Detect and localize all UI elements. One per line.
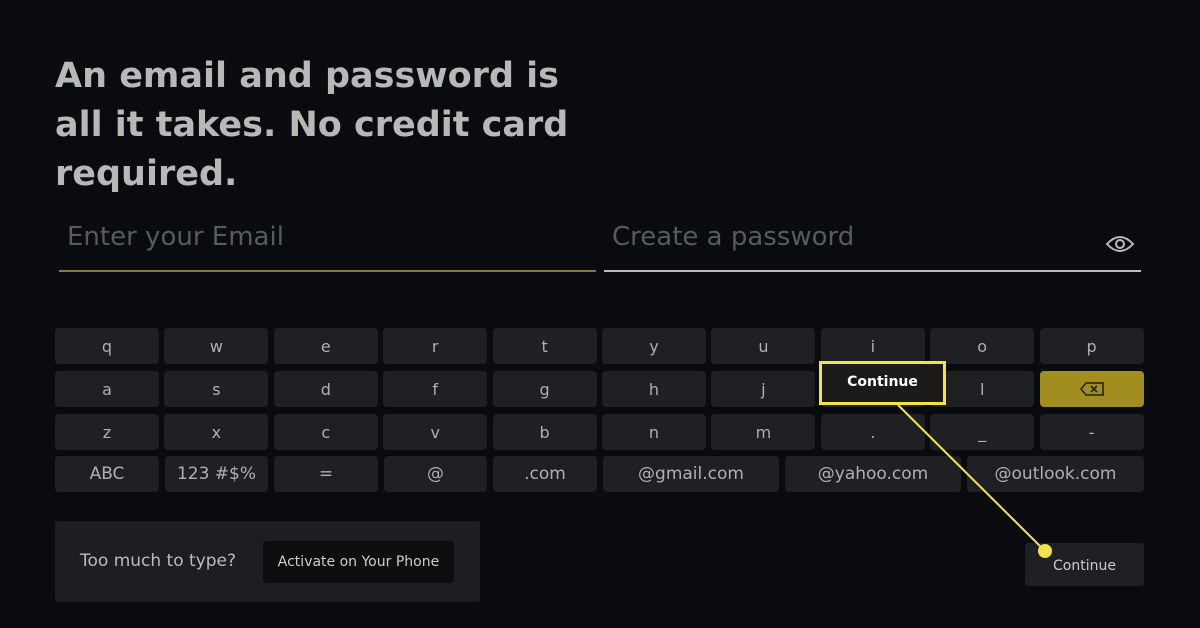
callout-dot	[1038, 544, 1052, 558]
callout-line	[897, 404, 1052, 558]
continue-callout: Continue	[819, 361, 946, 405]
